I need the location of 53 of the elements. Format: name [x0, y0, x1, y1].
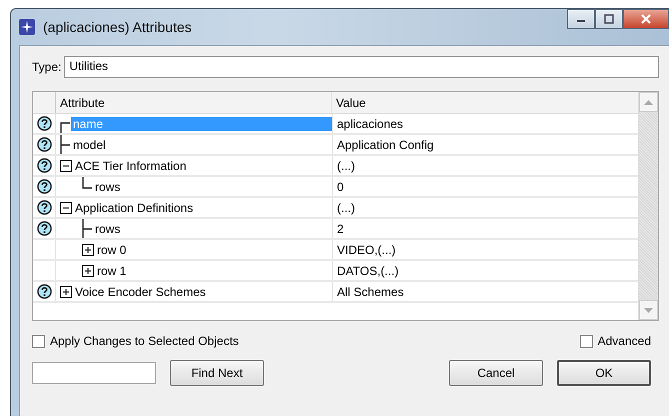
cancel-button[interactable]: Cancel — [449, 360, 543, 386]
attribute-name[interactable]: Application Definitions — [73, 200, 196, 214]
help-icon[interactable] — [36, 221, 52, 236]
help-icon[interactable] — [36, 137, 52, 152]
collapse-icon[interactable] — [60, 160, 72, 172]
type-field[interactable]: Utilities — [64, 56, 659, 78]
attribute-name[interactable]: ACE Tier Information — [73, 158, 188, 172]
help-icon[interactable] — [36, 116, 52, 131]
attribute-name[interactable]: Voice Encoder Schemes — [73, 284, 208, 298]
checkbox-label[interactable]: Apply Changes to Selected Objects — [50, 334, 239, 348]
help-icon[interactable] — [36, 158, 52, 173]
tree-connector — [60, 122, 70, 133]
checkbox[interactable] — [580, 334, 593, 348]
find-next-button[interactable]: Find Next — [170, 360, 264, 386]
maximize-icon — [604, 14, 614, 24]
attribute-name[interactable]: rows — [93, 222, 122, 236]
help-icon[interactable] — [36, 200, 52, 215]
expand-icon[interactable] — [60, 286, 72, 298]
attribute-value[interactable]: VIDEO,(...) — [337, 242, 396, 256]
tree-connector — [82, 219, 92, 238]
window-title: (aplicaciones) Attributes — [43, 19, 193, 35]
close-button[interactable] — [623, 9, 669, 29]
attribute-name[interactable]: row 0 — [95, 242, 128, 256]
checkbox-label[interactable]: Advanced — [598, 334, 651, 348]
star-icon — [19, 19, 35, 35]
column-header[interactable]: Attribute — [55, 92, 331, 113]
type-label: Type: — [32, 60, 62, 74]
tree-connector — [60, 135, 70, 154]
down-arrow-icon — [644, 308, 653, 312]
attribute-value[interactable]: (...) — [337, 158, 355, 172]
attribute-value[interactable]: All Schemes — [337, 284, 404, 298]
attribute-name[interactable]: rows — [93, 180, 122, 194]
attribute-name[interactable]: model — [71, 138, 108, 152]
attribute-value[interactable]: DATOS,(...) — [337, 264, 399, 278]
checkbox[interactable] — [32, 334, 45, 348]
attribute-name[interactable]: row 1 — [95, 264, 128, 278]
attribute-value[interactable]: aplicaciones — [337, 116, 404, 130]
attribute-value[interactable]: Application Config — [337, 138, 434, 152]
help-icon[interactable] — [36, 179, 52, 194]
up-arrow-icon — [644, 100, 653, 104]
attribute-value[interactable]: (...) — [337, 200, 355, 214]
search-field[interactable] — [32, 362, 156, 384]
minimize-button[interactable] — [567, 9, 595, 29]
collapse-icon[interactable] — [60, 202, 72, 214]
expand-icon[interactable] — [82, 244, 94, 256]
maximize-button[interactable] — [595, 9, 623, 29]
ok-button[interactable]: OK — [557, 360, 651, 386]
help-icon[interactable] — [36, 284, 52, 299]
expand-icon[interactable] — [82, 264, 94, 276]
attribute-value[interactable]: 0 — [337, 180, 344, 194]
close-icon — [640, 14, 652, 24]
attribute-value[interactable]: 2 — [337, 222, 344, 236]
tree-connector — [82, 177, 92, 189]
